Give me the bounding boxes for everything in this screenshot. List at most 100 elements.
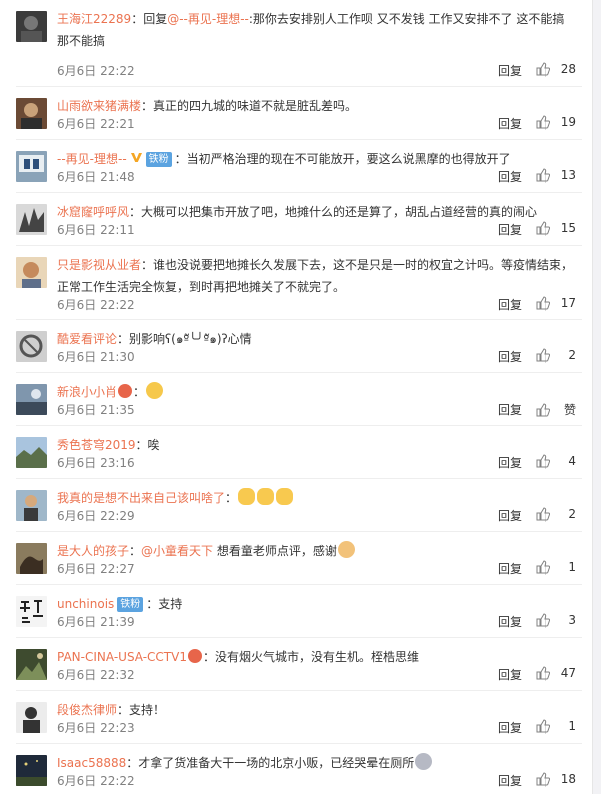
avatar[interactable] — [16, 702, 47, 733]
username-link[interactable]: 秀色苍穹2019 — [57, 438, 136, 452]
username-link[interactable]: 王海江22289 — [57, 12, 131, 26]
reply-button[interactable]: 回复 — [498, 115, 522, 132]
avatar[interactable] — [16, 257, 47, 288]
mention-link[interactable]: @--再见-理想-- — [167, 12, 249, 26]
comment-item: 秀色苍穹2019：唉 6月6日 23:16 回复 4 — [0, 426, 592, 479]
username-link[interactable]: 只是影视从业者 — [57, 258, 141, 272]
reply-button[interactable]: 回复 — [498, 719, 522, 736]
like-count: 2 — [568, 348, 576, 362]
like-button[interactable]: 2 — [536, 348, 576, 362]
avatar[interactable] — [16, 437, 47, 468]
comment-text: Isaac58888：才拿了货准备大干一场的北京小贩，已经哭晕在厕所 — [57, 752, 574, 774]
like-button[interactable]: 2 — [536, 507, 576, 521]
comment-list-panel: 王海江22289：回复@--再见-理想--:那你去安排别人工作呗 又不发钱 工作… — [0, 0, 593, 794]
username-link[interactable]: 新浪小小肖 — [57, 385, 117, 399]
fan-badge[interactable]: 铁粉 — [145, 152, 172, 167]
username-link[interactable]: --再见-理想-- — [57, 152, 127, 166]
thumbs-up-icon — [536, 719, 550, 733]
like-count: 19 — [560, 115, 576, 129]
reply-button[interactable]: 回复 — [498, 666, 522, 683]
like-button[interactable]: 15 — [536, 221, 576, 235]
reply-button[interactable]: 回复 — [498, 507, 522, 524]
comment-text: PAN-CINA-USA-CCTV1 ：没有烟火气城市，没有生机。桎梏思维 — [57, 649, 419, 664]
avatar[interactable] — [16, 204, 47, 235]
avatar[interactable] — [16, 755, 47, 786]
like-count: 3 — [568, 613, 576, 627]
avatar[interactable] — [16, 649, 47, 680]
reply-button[interactable]: 回复 — [498, 772, 522, 789]
username-link[interactable]: Isaac58888 — [57, 756, 126, 770]
reply-button[interactable]: 回复 — [498, 62, 522, 79]
smile-emoji-icon — [146, 382, 164, 399]
like-button[interactable]: 4 — [536, 454, 576, 468]
avatar[interactable] — [16, 384, 47, 415]
like-button[interactable]: 19 — [536, 115, 576, 129]
like-count: 28 — [560, 62, 576, 76]
username-link[interactable]: 我真的是想不出来自己该叫啥了 — [57, 491, 225, 505]
vip-icon — [130, 153, 142, 162]
like-count: 1 — [568, 560, 576, 574]
reply-button[interactable]: 回复 — [498, 348, 522, 365]
username-link[interactable]: PAN-CINA-USA-CCTV1 — [57, 650, 187, 664]
username-link[interactable]: 段俊杰律师 — [57, 703, 117, 717]
like-button[interactable]: 1 — [536, 719, 576, 733]
thumbs-up-icon — [536, 348, 550, 362]
comment-text: 段俊杰律师：支持！ — [57, 703, 166, 717]
thumbs-up-icon — [536, 62, 550, 76]
comment-item: 新浪小小肖： 6月6日 21:35 回复 赞 — [0, 373, 592, 426]
comment-item: --再见-理想-- 铁粉 ：当初严格治理的现在不可能放开，要这么说黑摩的也得放开了 … — [0, 140, 592, 193]
comment-text: 只是影视从业者：谁也没说要把地摊长久发展下去，这不是只是一时的权宜之计吗。等疫情… — [57, 258, 574, 294]
thumbs-up-icon — [536, 454, 550, 468]
reply-button[interactable]: 回复 — [498, 454, 522, 471]
avatar[interactable] — [16, 11, 47, 42]
reply-button[interactable]: 回复 — [498, 401, 522, 418]
username-link[interactable]: 是大人的孩子 — [57, 544, 129, 558]
like-count: 47 — [560, 666, 576, 680]
comment-text: 山雨欲来猪满楼：真正的四九城的味道不就是脏乱差吗。 — [57, 99, 358, 113]
avatar[interactable] — [16, 490, 47, 521]
thumbs-up-icon — [536, 221, 550, 235]
reply-button[interactable]: 回复 — [498, 613, 522, 630]
avatar[interactable] — [16, 151, 47, 182]
comment-text: 酷爱看评论：别影响ʕ(๑ºั╰╯ºั๑)ʔ心情 — [57, 332, 252, 346]
comment-time: 6月6日 21:30 — [57, 350, 135, 364]
like-button[interactable]: 1 — [536, 560, 576, 574]
like-button[interactable]: 28 — [536, 62, 576, 76]
like-button[interactable]: 赞 — [536, 401, 576, 418]
mention-link[interactable]: @小童看天下 — [141, 544, 213, 558]
like-count: 13 — [560, 168, 576, 182]
comment-item: 冰窟窿呼呼风：大概可以把集市开放了吧，地摊什么的还是算了，胡乱占道经营的真的闹心… — [0, 193, 592, 246]
avatar[interactable] — [16, 596, 47, 627]
avatar[interactable] — [16, 543, 47, 574]
comment-text: 秀色苍穹2019：唉 — [57, 438, 160, 452]
thumbs-up-icon — [536, 296, 550, 310]
like-button[interactable]: 18 — [536, 772, 576, 786]
avatar[interactable] — [16, 331, 47, 362]
reply-button[interactable]: 回复 — [498, 560, 522, 577]
username-link[interactable]: 山雨欲来猪满楼 — [57, 99, 141, 113]
comment-text: 是大人的孩子：@小童看天下 想看童老师点评，感谢 — [57, 540, 574, 562]
like-button[interactable]: 13 — [536, 168, 576, 182]
doge-emoji-icon — [257, 488, 275, 505]
username-link[interactable]: 冰窟窿呼呼风 — [57, 205, 129, 219]
username-link[interactable]: unchinois — [57, 597, 114, 611]
like-button[interactable]: 17 — [536, 296, 576, 310]
reply-button[interactable]: 回复 — [498, 168, 522, 185]
comment-time: 6月6日 22:27 — [57, 562, 135, 576]
reply-button[interactable]: 回复 — [498, 221, 522, 238]
comment-time: 6月6日 21:48 — [57, 170, 135, 184]
comment-time: 6月6日 22:29 — [57, 509, 135, 523]
comment-text: unchinois 铁粉 ：支持 — [57, 597, 183, 612]
reply-button[interactable]: 回复 — [498, 296, 522, 313]
comment-text: 冰窟窿呼呼风：大概可以把集市开放了吧，地摊什么的还是算了，胡乱占道经营的真的闹心 — [57, 205, 538, 219]
fan-badge[interactable]: 铁粉 — [117, 597, 144, 612]
scrollbar[interactable] — [593, 0, 601, 794]
avatar[interactable] — [16, 98, 47, 129]
thumbs-up-icon — [536, 613, 550, 627]
doge-emoji-icon — [276, 488, 294, 505]
username-link[interactable]: 酷爱看评论 — [57, 332, 117, 346]
comment-item: 段俊杰律师：支持！ 6月6日 22:23 回复 1 — [0, 691, 592, 744]
like-button[interactable]: 47 — [536, 666, 576, 680]
like-button[interactable]: 3 — [536, 613, 576, 627]
like-count: 17 — [560, 296, 576, 310]
